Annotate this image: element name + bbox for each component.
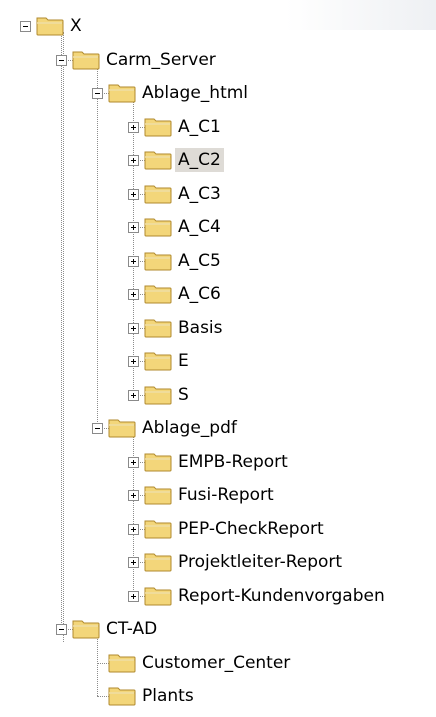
folder-icon bbox=[143, 583, 173, 607]
folder-icon bbox=[107, 80, 137, 104]
folder-icon bbox=[143, 281, 173, 305]
expand-icon[interactable] bbox=[128, 188, 139, 200]
folder-icon bbox=[143, 348, 173, 372]
tree-node-e[interactable]: E bbox=[175, 349, 192, 373]
expand-icon[interactable] bbox=[128, 222, 139, 233]
folder-tree: X Carm_Server Ablage_html A_C1 A_C2 A_C3… bbox=[0, 0, 436, 717]
tree-node-customer-center[interactable]: Customer_Center bbox=[139, 651, 293, 675]
tree-node-ct-ad[interactable]: CT-AD bbox=[103, 617, 160, 641]
tree-node-projektleiter-report[interactable]: Projektleiter-Report bbox=[175, 550, 345, 574]
expand-icon[interactable] bbox=[128, 356, 139, 367]
folder-icon bbox=[71, 47, 101, 71]
tree-node-pep-checkreport[interactable]: PEP-CheckReport bbox=[175, 517, 327, 541]
collapse-icon[interactable] bbox=[56, 54, 67, 66]
folder-icon bbox=[107, 415, 137, 439]
expand-icon[interactable] bbox=[128, 155, 139, 166]
tree-node-ablage-pdf[interactable]: Ablage_pdf bbox=[139, 416, 240, 440]
tree-node-plants[interactable]: Plants bbox=[139, 684, 197, 708]
expand-icon[interactable] bbox=[128, 255, 139, 267]
tree-node-basis[interactable]: Basis bbox=[175, 316, 226, 340]
tree-connector-vertical bbox=[133, 99, 134, 395]
tree-node-a-c1[interactable]: A_C1 bbox=[175, 115, 224, 139]
collapse-icon[interactable] bbox=[20, 21, 31, 32]
expand-icon[interactable] bbox=[128, 322, 139, 334]
expand-icon[interactable] bbox=[128, 389, 139, 401]
expand-icon[interactable] bbox=[128, 289, 139, 300]
folder-icon bbox=[71, 616, 101, 640]
folder-icon bbox=[143, 181, 173, 205]
tree-connector-root bbox=[63, 32, 64, 642]
tree-node-a-c4[interactable]: A_C4 bbox=[175, 215, 224, 239]
tree-node-empb-report[interactable]: EMPB-Report bbox=[175, 450, 291, 474]
tree-connector-vertical bbox=[97, 635, 98, 696]
expand-icon[interactable] bbox=[128, 490, 139, 501]
collapse-icon[interactable] bbox=[92, 423, 103, 434]
expand-icon[interactable] bbox=[128, 456, 139, 468]
collapse-icon[interactable] bbox=[92, 88, 103, 99]
folder-icon bbox=[143, 449, 173, 473]
folder-icon bbox=[143, 549, 173, 573]
tree-node-a-c2[interactable]: A_C2 bbox=[175, 148, 224, 172]
tree-node-carm-server[interactable]: Carm_Server bbox=[103, 48, 219, 72]
tree-node-x[interactable]: X bbox=[67, 14, 85, 38]
folder-icon bbox=[143, 516, 173, 540]
folder-icon bbox=[107, 683, 137, 707]
folder-icon bbox=[107, 650, 137, 674]
folder-icon bbox=[143, 315, 173, 339]
tree-connector-vertical bbox=[97, 65, 98, 428]
expand-icon[interactable] bbox=[128, 523, 139, 535]
tree-node-a-c6[interactable]: A_C6 bbox=[175, 282, 224, 306]
folder-icon bbox=[35, 13, 65, 37]
folder-icon bbox=[143, 248, 173, 272]
tree-node-report-kundenvorgaben[interactable]: Report-Kundenvorgaben bbox=[175, 584, 388, 608]
tree-connector-vertical bbox=[61, 32, 62, 629]
expand-icon[interactable] bbox=[128, 590, 139, 602]
folder-icon bbox=[143, 147, 173, 171]
tree-node-ablage-html[interactable]: Ablage_html bbox=[139, 81, 251, 105]
tree-node-a-c3[interactable]: A_C3 bbox=[175, 182, 224, 206]
folder-icon bbox=[143, 214, 173, 238]
tree-node-fusi-report[interactable]: Fusi-Report bbox=[175, 483, 277, 507]
collapse-icon[interactable] bbox=[56, 624, 67, 635]
folder-icon bbox=[143, 482, 173, 506]
expand-icon[interactable] bbox=[128, 557, 139, 568]
folder-icon bbox=[143, 114, 173, 138]
tree-node-a-c5[interactable]: A_C5 bbox=[175, 249, 224, 273]
folder-icon bbox=[143, 382, 173, 406]
tree-node-s[interactable]: S bbox=[175, 383, 192, 407]
expand-icon[interactable] bbox=[128, 121, 139, 133]
